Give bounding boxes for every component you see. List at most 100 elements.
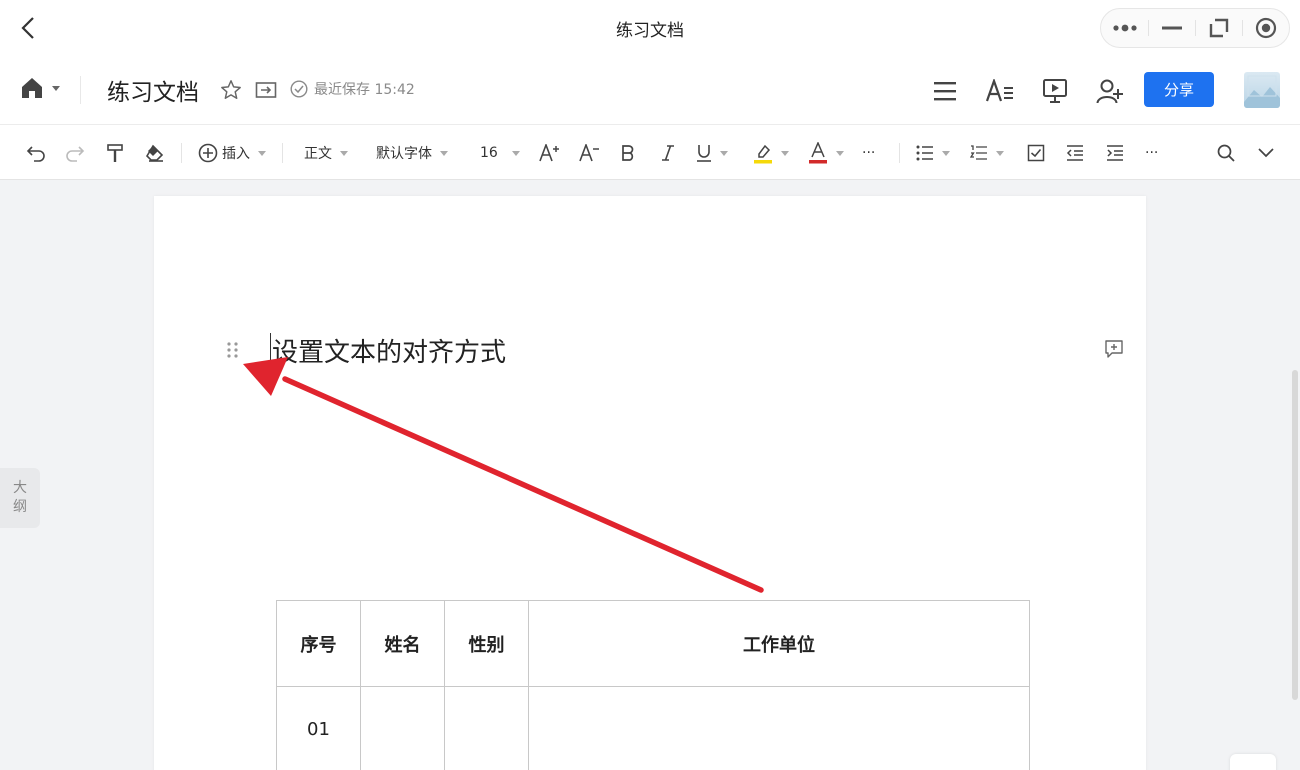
increase-indent-button[interactable]	[1103, 139, 1127, 167]
outline-label: 纲	[13, 499, 27, 515]
table-cell[interactable]: 01	[276, 686, 361, 770]
numbered-list-button[interactable]	[970, 139, 1004, 167]
eraser-icon	[145, 144, 164, 162]
chevron-down-icon	[1258, 148, 1274, 158]
font-color-button[interactable]	[808, 139, 844, 167]
title-bar: 练习文档	[0, 0, 1300, 56]
menu-icon	[934, 82, 956, 101]
more-format-button[interactable]: ···	[862, 139, 875, 167]
menu-button[interactable]	[930, 76, 960, 106]
table-header-cell[interactable]: 序号	[276, 600, 361, 687]
search-icon	[1217, 144, 1235, 162]
caret-down-icon	[511, 150, 520, 156]
paragraph-style-select[interactable]: 正文	[304, 139, 348, 167]
checkbox-icon	[1027, 144, 1045, 162]
check-circle-icon	[290, 80, 308, 98]
bold-icon	[622, 145, 634, 161]
add-comment-icon[interactable]	[1104, 339, 1124, 359]
highlight-color-button[interactable]	[753, 139, 789, 167]
table-header-row: 序号 姓名 性别 工作单位	[276, 600, 1030, 687]
increase-font-size-button[interactable]	[538, 139, 562, 167]
document-heading[interactable]: 设置文本的对齐方式	[272, 332, 506, 369]
drag-handle-icon[interactable]	[226, 341, 240, 359]
italic-button[interactable]	[656, 139, 680, 167]
insert-label: 插入	[222, 146, 250, 162]
caret-down-icon	[720, 150, 728, 156]
insert-button[interactable]: 插入	[198, 139, 266, 167]
vertical-scrollbar[interactable]	[1292, 370, 1298, 700]
plus-circle-icon	[198, 143, 218, 163]
underline-button[interactable]	[696, 139, 728, 167]
font-size-select[interactable]: 16	[480, 139, 520, 167]
font-family-value: 默认字体	[376, 146, 432, 162]
table-header-cell[interactable]: 姓名	[360, 600, 445, 687]
table-row: 01	[276, 686, 1030, 770]
font-family-select[interactable]: 默认字体	[376, 139, 448, 167]
document-title[interactable]: 练习文档	[107, 73, 199, 107]
table-header-cell[interactable]: 性别	[444, 600, 529, 687]
checklist-button[interactable]	[1024, 139, 1048, 167]
font-size-increase-icon	[539, 144, 559, 162]
numbered-list-icon	[970, 145, 987, 160]
home-icon	[22, 78, 42, 98]
more-paragraph-button[interactable]: ···	[1145, 139, 1158, 167]
present-button[interactable]	[1040, 76, 1070, 106]
save-status-text: 最近保存 15:42	[314, 82, 415, 98]
text-format-icon	[985, 79, 1013, 102]
avatar[interactable]	[1244, 72, 1280, 108]
redo-button[interactable]	[63, 139, 87, 167]
divider	[282, 143, 283, 163]
caret-down-icon	[781, 150, 789, 156]
presentation-icon	[1043, 79, 1067, 103]
restore-button[interactable]	[1195, 8, 1242, 48]
save-status: 最近保存 15:42	[290, 79, 415, 99]
window-controls	[1100, 8, 1290, 48]
divider	[181, 143, 182, 163]
caret-down-icon	[258, 150, 266, 156]
format-painter-icon	[107, 144, 123, 162]
table-header-cell[interactable]: 工作单位	[528, 600, 1030, 687]
help-float-button[interactable]	[1230, 754, 1276, 770]
add-user-icon	[1096, 79, 1123, 104]
caret-down-icon	[996, 150, 1004, 156]
highlighter-icon	[754, 144, 772, 164]
minimize-button[interactable]	[1148, 8, 1195, 48]
table-cell[interactable]	[360, 686, 445, 770]
search-button[interactable]	[1214, 139, 1238, 167]
table-cell[interactable]	[444, 686, 529, 770]
add-collaborator-button[interactable]	[1095, 76, 1125, 106]
home-button[interactable]	[20, 76, 60, 100]
document-header: 练习文档 最近保存 15:42 分享	[0, 56, 1300, 124]
outline-tab[interactable]: 大 纲	[0, 468, 40, 528]
target-icon	[1255, 17, 1276, 39]
share-button[interactable]: 分享	[1144, 72, 1214, 107]
clear-format-button[interactable]	[143, 139, 167, 167]
favorite-button[interactable]	[219, 78, 243, 102]
undo-button[interactable]	[24, 139, 48, 167]
data-table[interactable]: 序号 姓名 性别 工作单位 01	[276, 600, 1030, 770]
text-cursor	[270, 333, 271, 363]
caret-down-icon	[440, 150, 448, 156]
format-painter-button[interactable]	[103, 139, 127, 167]
outdent-icon	[1066, 145, 1083, 161]
bullet-list-icon	[916, 145, 933, 161]
italic-icon	[662, 145, 674, 161]
underline-icon	[697, 145, 711, 162]
table-cell[interactable]	[528, 686, 1030, 770]
more-button[interactable]	[1101, 8, 1148, 48]
caret-down-icon	[340, 150, 348, 156]
home-dropdown-caret-icon	[52, 85, 60, 91]
text-style-button[interactable]	[985, 76, 1015, 106]
collapse-toolbar-button[interactable]	[1254, 139, 1278, 167]
decrease-indent-button[interactable]	[1063, 139, 1087, 167]
bullet-list-button[interactable]	[916, 139, 950, 167]
divider	[80, 76, 81, 104]
decrease-font-size-button[interactable]	[578, 139, 602, 167]
move-to-folder-icon	[255, 82, 277, 98]
redo-icon	[66, 146, 85, 162]
close-mini-button[interactable]	[1242, 8, 1289, 48]
bold-button[interactable]	[616, 139, 640, 167]
more-dots-icon	[1112, 24, 1137, 32]
move-button[interactable]	[254, 78, 278, 102]
indent-icon	[1107, 145, 1123, 161]
